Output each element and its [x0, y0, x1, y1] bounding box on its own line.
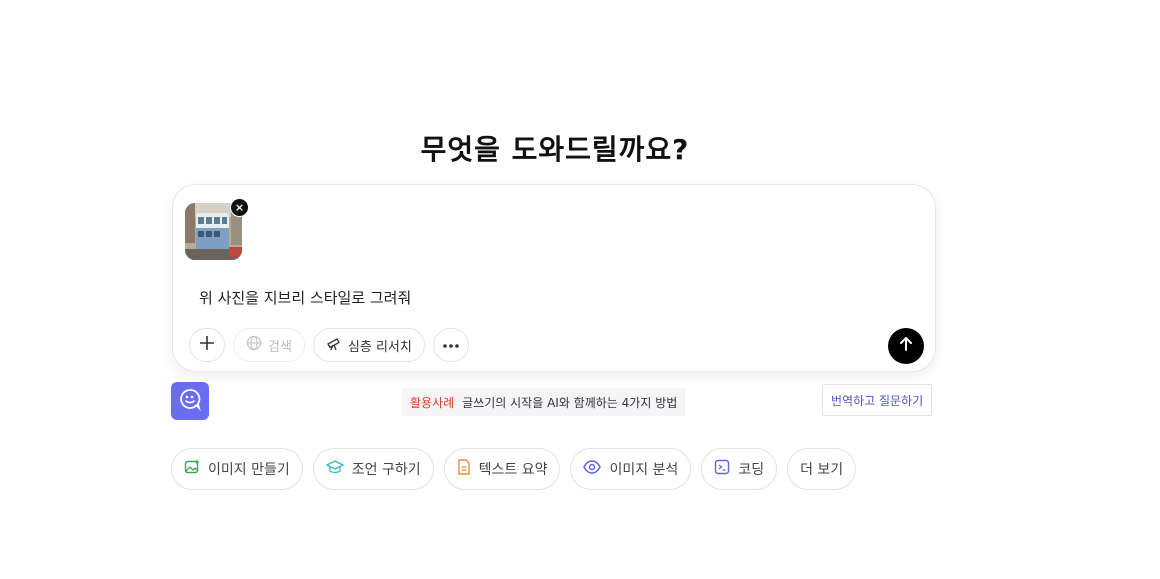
arrow-up-icon [898, 336, 914, 356]
eye-icon [583, 460, 602, 478]
more-options-button[interactable] [432, 328, 469, 362]
suggestion-chips: 이미지 만들기 조언 구하기 텍스트 요약 이미지 분석 코딩 더 보기 [171, 448, 857, 490]
chip-label: 조언 구하기 [351, 462, 421, 478]
chip-label: 더 보기 [800, 462, 844, 478]
deep-research-button[interactable]: 심층 리서치 [312, 328, 425, 362]
telescope-icon [326, 335, 342, 355]
chip-get-advice[interactable]: 조언 구하기 [312, 448, 434, 490]
globe-icon [246, 335, 262, 355]
graduation-cap-icon [325, 459, 345, 479]
plus-icon [199, 335, 215, 355]
usecase-banner[interactable]: 활용사례 글쓰기의 시작을 AI와 함께하는 4가지 방법 [402, 388, 686, 416]
usecase-tag: 활용사례 [410, 395, 455, 410]
deep-research-label: 심층 리서치 [347, 339, 412, 355]
usecase-text: 글쓰기의 시작을 AI와 함께하는 4가지 방법 [462, 395, 678, 410]
chip-label: 텍스트 요약 [478, 462, 548, 478]
chip-coding[interactable]: 코딩 [701, 448, 778, 490]
terminal-icon [714, 459, 730, 479]
chip-label: 코딩 [738, 462, 765, 478]
bot-face-icon [178, 387, 202, 415]
chip-image-analysis[interactable]: 이미지 분석 [570, 448, 692, 490]
image-create-icon [184, 459, 200, 479]
chat-composer: × 위 사진을 지브리 스타일로 그려줘 검색 심층 리서치 [172, 184, 936, 372]
chip-image-create[interactable]: 이미지 만들기 [171, 448, 303, 490]
send-button[interactable] [888, 328, 924, 364]
chip-text-summary[interactable]: 텍스트 요약 [443, 448, 561, 490]
search-toggle-button[interactable]: 검색 [233, 328, 305, 362]
add-attachment-button[interactable] [189, 328, 225, 362]
chip-label: 이미지 분석 [609, 462, 679, 478]
chip-see-more[interactable]: 더 보기 [787, 448, 857, 490]
document-icon [457, 459, 471, 479]
ellipsis-icon [442, 338, 460, 353]
remove-attachment-button[interactable]: × [230, 198, 249, 217]
chip-label: 이미지 만들기 [208, 462, 290, 478]
composer-toolbar: 검색 심층 리서치 [189, 328, 469, 364]
assistant-bot-button[interactable] [171, 382, 209, 420]
search-toggle-label: 검색 [268, 339, 292, 355]
page-title: 무엇을 도와드릴까요? [420, 133, 690, 166]
translate-and-ask-button[interactable]: 번역하고 질문하기 [822, 384, 933, 416]
prompt-input[interactable]: 위 사진을 지브리 스타일로 그려줘 [199, 287, 411, 308]
